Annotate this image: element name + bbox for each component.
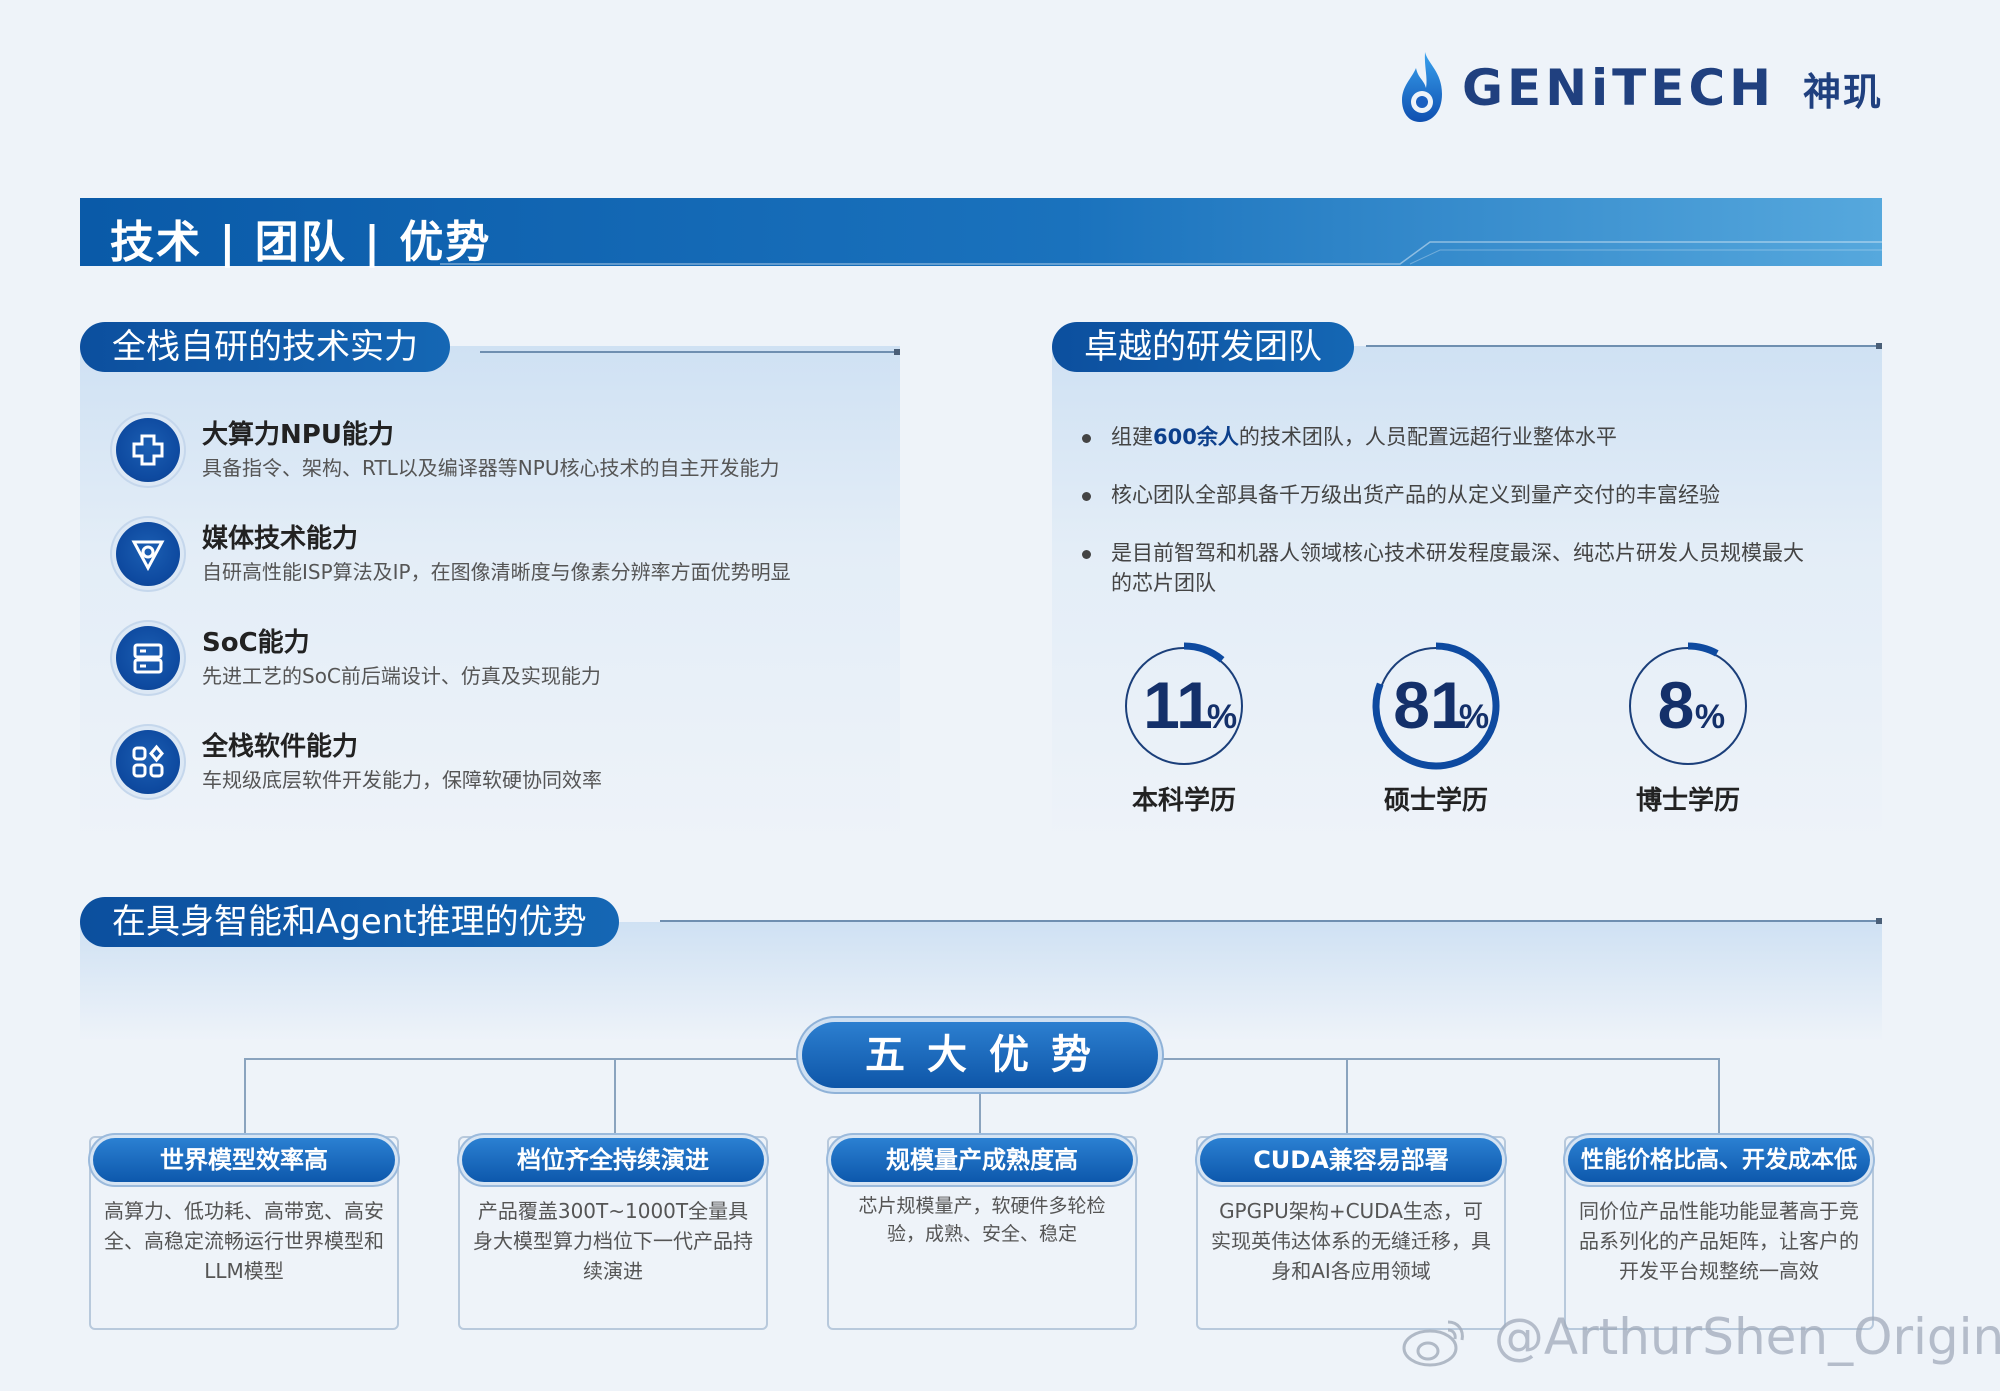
gauge-arc <box>1183 642 1225 663</box>
team-size-highlight: 600余人 <box>1153 425 1239 449</box>
capability-desc: 自研高性能ISP算法及IP，在图像清晰度与像素分辨率方面优势明显 <box>202 560 791 584</box>
advantage-card-desc: 同价位产品性能功能显著高于竞品系列化的产品矩阵，让客户的开发平台规整统一高效 <box>1579 1199 1859 1283</box>
npu-chip-icon <box>116 418 180 482</box>
advantage-card-title: CUDA兼容易部署 <box>1200 1138 1502 1182</box>
capability-title: 媒体技术能力 <box>202 524 359 554</box>
stat-value: 81 <box>1393 668 1466 742</box>
capability-desc: 车规级底层软件开发能力，保障软硬协同效率 <box>202 768 602 792</box>
gauge-ring: 11 % <box>1125 642 1243 765</box>
stat-label: 博士学历 <box>1635 786 1740 816</box>
stat-value: 11 <box>1143 668 1213 742</box>
team-bullet: 是目前智驾和机器人领域核心技术研发程度最深、纯芯片研发人员规模最大的芯片团队 <box>1082 538 1805 598</box>
gauge-arc <box>1687 642 1719 657</box>
stat-unit: % <box>1207 698 1237 736</box>
title-banner: 技术 | 团队 | 优势 <box>80 198 1882 268</box>
team-bullet: 组建600余人的技术团队，人员配置远超行业整体水平 <box>1082 422 1805 452</box>
stat-gauge: 8 % 博士学历 <box>1618 636 1758 817</box>
stat-value: 8 <box>1658 668 1695 742</box>
capability-desc: 具备指令、架构、RTL以及编译器等NPU核心技术的自主开发能力 <box>202 456 780 480</box>
advantage-card: 世界模型效率高 高算力、低功耗、高带宽、高安全、高稳定流畅运行世界模型和LLM模… <box>89 1136 399 1330</box>
watermark-text: @ArthurShen_Origin <box>1493 1308 2000 1366</box>
tech-section-heading: 全栈自研的技术实力 <box>80 322 450 372</box>
tree-connector <box>1718 1058 1720 1136</box>
advantage-card-desc: GPGPU架构+CUDA生态，可实现英伟达体系的无缝迁移，具身和AI各应用领域 <box>1211 1199 1491 1283</box>
tree-connector <box>1346 1058 1348 1136</box>
advantage-card: 规模量产成熟度高 芯片规模量产，软硬件多轮检验，成熟、安全、稳定 <box>827 1136 1137 1330</box>
flame-logo-icon <box>1402 52 1442 122</box>
brand-name-cn: 神玑 <box>1802 69 1883 114</box>
advantage-card-title: 世界模型效率高 <box>93 1138 395 1182</box>
advantage-card-title: 档位齐全持续演进 <box>462 1138 764 1182</box>
advantage-heading-rule <box>660 918 1882 924</box>
capability-item: 全栈软件能力 车规级底层软件开发能力，保障软硬协同效率 <box>116 730 602 794</box>
gauge-ring: 81 % <box>1372 642 1500 770</box>
media-triangle-icon <box>116 522 180 586</box>
software-grid-icon <box>116 730 180 794</box>
advantage-card-desc: 芯片规模量产，软硬件多轮检验，成熟、安全、稳定 <box>858 1195 1106 1245</box>
advantage-card: CUDA兼容易部署 GPGPU架构+CUDA生态，可实现英伟达体系的无缝迁移，具… <box>1196 1136 1506 1330</box>
stat-gauge: 81 % 硕士学历 <box>1366 636 1506 817</box>
advantage-card-title: 性能价格比高、开发成本低 <box>1568 1138 1870 1182</box>
tree-connector <box>979 1088 981 1136</box>
advantage-card: 性能价格比高、开发成本低 同价位产品性能功能显著高于竞品系列化的产品矩阵，让客户… <box>1564 1136 1874 1330</box>
team-heading-rule <box>1366 343 1882 349</box>
advantage-section-heading: 在具身智能和Agent推理的优势 <box>80 897 619 947</box>
brand-name: GENiTECH <box>1462 59 1775 117</box>
tree-connector <box>244 1058 246 1136</box>
team-section-heading: 卓越的研发团队 <box>1052 322 1354 372</box>
capability-title: 全栈软件能力 <box>202 732 359 762</box>
genitech-logo: GENiTECH 神玑 <box>1398 48 1883 128</box>
gauge-ring: 8 % <box>1629 642 1747 765</box>
advantage-card: 档位齐全持续演进 产品覆盖300T~1000T全量具身大模型算力档位下一代产品持… <box>458 1136 768 1330</box>
stat-gauge: 11 % 本科学历 <box>1114 636 1254 817</box>
stat-unit: % <box>1695 698 1725 736</box>
stat-label: 本科学历 <box>1131 786 1236 816</box>
advantage-card-desc: 产品覆盖300T~1000T全量具身大模型算力档位下一代产品持续演进 <box>473 1199 753 1283</box>
capability-item: SoC能力 先进工艺的SoC前后端设计、仿真及实现能力 <box>116 626 601 690</box>
tech-heading-rule <box>480 349 900 355</box>
page-title: 技术 | 团队 | 优势 <box>110 217 492 268</box>
tree-connector <box>614 1058 616 1136</box>
capability-item: 大算力NPU能力 具备指令、架构、RTL以及编译器等NPU核心技术的自主开发能力 <box>116 418 779 482</box>
capability-item: 媒体技术能力 自研高性能ISP算法及IP，在图像清晰度与像素分辨率方面优势明显 <box>116 522 791 586</box>
advantage-card-desc: 高算力、低功耗、高带宽、高安全、高稳定流畅运行世界模型和LLM模型 <box>104 1199 384 1283</box>
team-bullet: 核心团队全部具备千万级出货产品的从定义到量产交付的丰富经验 <box>1082 480 1805 510</box>
advantage-card-title: 规模量产成熟度高 <box>831 1138 1133 1182</box>
capability-title: SoC能力 <box>202 628 310 658</box>
watermark: @ArthurShen_Origin <box>1400 1308 2000 1368</box>
capability-desc: 先进工艺的SoC前后端设计、仿真及实现能力 <box>202 664 601 688</box>
stat-unit: % <box>1459 698 1489 736</box>
soc-server-icon <box>116 626 180 690</box>
stat-label: 硕士学历 <box>1383 786 1488 816</box>
five-advantages-title: 五大优势 <box>802 1022 1158 1088</box>
weibo-icon <box>1402 1320 1464 1366</box>
capability-title: 大算力NPU能力 <box>202 420 394 450</box>
